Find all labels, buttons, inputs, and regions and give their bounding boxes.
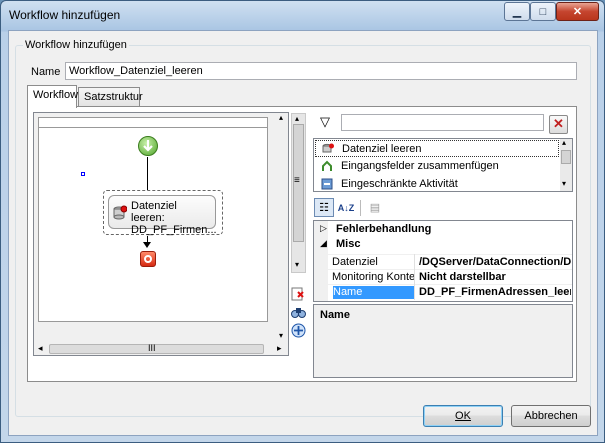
node-line-1: Datenziel leeren: [131, 200, 177, 224]
category-fehlerbehandlung[interactable]: ▷ Fehlerbehandlung [314, 223, 572, 237]
designer-hscroll[interactable]: ◂ III [34, 343, 274, 355]
list-scroll-up-icon[interactable]: ▴ [562, 138, 566, 147]
property-value[interactable]: /DQServer/DataConnection/Data [419, 256, 571, 268]
maximize-icon: □ [539, 5, 547, 18]
dialog-client: Workflow hinzufügen Name Workflow Satzst… [8, 30, 598, 436]
splitter-up-icon[interactable]: ▴ [295, 114, 299, 123]
window-title: Workflow hinzufügen [9, 8, 121, 22]
categorized-view-button[interactable]: ☷ [314, 198, 334, 217]
list-item[interactable]: Eingeschränkte Aktivität [315, 176, 559, 193]
merge-fields-icon [322, 160, 332, 171]
scroll-up-icon[interactable]: ▴ [279, 113, 283, 122]
tab-workflow[interactable]: Workflow [27, 85, 78, 108]
scroll-down-icon[interactable]: ▾ [279, 331, 283, 340]
close-button[interactable]: ✕ [556, 2, 599, 21]
node-line-2: DD_PF_Firmen... [131, 224, 217, 236]
description-title: Name [320, 309, 350, 321]
toolbar-separator [360, 200, 361, 216]
delete-node-icon[interactable] [291, 287, 307, 303]
minimize-button[interactable]: ▁ [504, 2, 530, 21]
splitter-down-icon[interactable]: ▾ [295, 260, 299, 269]
close-icon: ✕ [572, 6, 583, 18]
groupbox-label: Workflow hinzufügen [23, 39, 129, 51]
scroll-right-icon[interactable]: ▸ [277, 343, 282, 354]
activity-list: Datenziel leeren Eingangsfelder zusammen… [313, 138, 573, 192]
activity-node-box[interactable]: Datenziel leeren: DD_PF_Firmen... [103, 190, 223, 236]
hscroll-thumb[interactable]: III [49, 343, 264, 354]
designer-vscroll[interactable]: ▴ ▾ [278, 113, 288, 341]
activity-node[interactable]: Datenziel leeren: DD_PF_Firmen... [108, 195, 217, 236]
activity-and-properties-pane: ▽ ✕ Datenziel leeren Eingangsfelder zusa… [313, 112, 573, 378]
property-value[interactable]: Nicht darstellbar [419, 271, 571, 283]
name-input[interactable] [65, 62, 577, 80]
maximize-button[interactable]: □ [530, 2, 556, 21]
connector-line [147, 157, 148, 190]
ok-button[interactable]: OK [423, 405, 503, 427]
activity-label: Eingeschränkte Aktivität [341, 178, 458, 190]
property-pages-button[interactable]: ▤ [365, 198, 385, 217]
minimize-icon: ▁ [512, 6, 522, 18]
workflow-tab-panel: Datenziel leeren: DD_PF_Firmen... ◂ III [27, 106, 577, 382]
list-item[interactable]: Eingangsfelder zusammenfügen [315, 158, 559, 175]
designer-frame: Datenziel leeren: DD_PF_Firmen... ◂ III [33, 112, 289, 356]
collapse-icon[interactable]: ◢ [320, 238, 327, 249]
splitter-grip-icon[interactable]: ≡ [294, 175, 300, 186]
ok-label: OK [455, 410, 471, 422]
categorized-icon: ☷ [319, 202, 329, 214]
category-misc[interactable]: ◢ Misc [314, 238, 572, 252]
property-key: Datenziel [332, 256, 378, 268]
alphabetical-view-button[interactable]: A↓Z [336, 198, 356, 217]
workflow-dialog: Workflow hinzufügen ▁ □ ✕ Workflow hinzu… [0, 0, 605, 443]
property-row[interactable]: Monitoring Kontex Nicht darstellbar [314, 269, 572, 284]
list-item[interactable]: Datenziel leeren [315, 140, 559, 157]
property-key: Monitoring Kontex [332, 271, 414, 283]
title-bar[interactable]: Workflow hinzufügen ▁ □ ✕ [1, 1, 604, 29]
activity-label: Eingangsfelder zusammenfügen [341, 160, 499, 172]
activity-label: Datenziel leeren [342, 143, 422, 155]
list-scroll-down-icon[interactable]: ▾ [562, 179, 566, 188]
cancel-button[interactable]: Abbrechen [511, 405, 591, 427]
zoom-icon[interactable] [291, 323, 307, 339]
name-label: Name [31, 66, 61, 78]
sort-az-icon: A↓Z [337, 202, 355, 213]
splitter-scrollbar[interactable]: ▴ ▾ [291, 113, 306, 273]
designer-canvas[interactable]: Datenziel leeren: DD_PF_Firmen... [38, 117, 268, 322]
clear-icon: ✕ [553, 116, 564, 131]
grid-divider[interactable] [414, 254, 415, 300]
filter-icon: ▽ [320, 114, 330, 129]
cancel-label: Abbrechen [524, 410, 578, 422]
hscroll-grip: III [148, 343, 156, 353]
selection-handle[interactable] [81, 172, 85, 176]
expand-icon[interactable]: ▷ [320, 223, 327, 234]
datenziel-leeren-icon [322, 143, 334, 153]
list-scroll-thumb[interactable] [561, 150, 571, 164]
connector-arrow-icon [143, 242, 151, 248]
property-row[interactable]: Datenziel /DQServer/DataConnection/Data [314, 254, 572, 269]
activity-list-scrollbar[interactable]: ▴ ▾ [560, 138, 572, 191]
canvas-header [39, 118, 267, 128]
category-label: Misc [336, 238, 361, 250]
restricted-activity-icon [321, 178, 333, 190]
property-row[interactable]: Name DD_PF_FirmenAdressen_leeren [314, 284, 572, 299]
property-pages-icon: ▤ [369, 202, 381, 214]
property-grid: ▷ Fehlerbehandlung ◢ Misc Datenziel /DQS… [313, 220, 573, 302]
property-value-input[interactable]: DD_PF_FirmenAdressen_leeren [419, 286, 571, 298]
property-description: Name [313, 304, 573, 378]
end-node-icon[interactable] [140, 251, 156, 267]
category-label: Fehlerbehandlung [336, 223, 432, 235]
property-toolbar: ☷ A↓Z ▤ [313, 196, 573, 218]
tab-satzstruktur[interactable]: Satzstruktur [78, 87, 143, 107]
activity-filter-input[interactable] [341, 114, 544, 131]
scroll-left-icon[interactable]: ◂ [38, 343, 43, 354]
datenziel-leeren-icon [113, 205, 127, 220]
start-node-icon[interactable] [138, 136, 158, 156]
property-key: Name [333, 286, 414, 299]
clear-filter-button[interactable]: ✕ [549, 115, 568, 134]
find-icon[interactable] [291, 306, 307, 320]
